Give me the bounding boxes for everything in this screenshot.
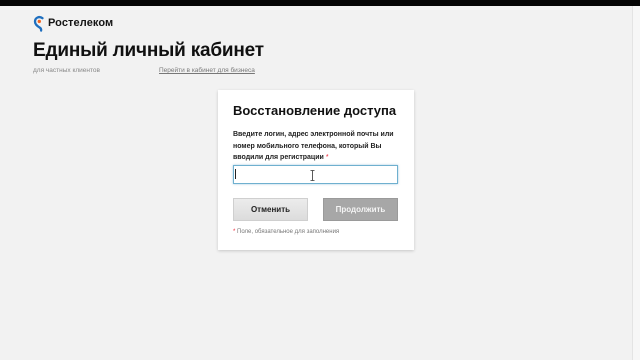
login-input[interactable] [233, 165, 398, 184]
text-cursor-icon [310, 168, 315, 181]
continue-button[interactable]: Продолжить [323, 198, 398, 221]
scrollbar[interactable] [632, 6, 640, 360]
instructions-text: Введите логин, адрес электронной почты и… [233, 131, 394, 161]
rostelecom-logo-icon [33, 14, 45, 32]
text-caret [235, 169, 236, 179]
page-subtitle: для частных клиентов [33, 67, 100, 74]
recovery-instructions: Введите логин, адрес электронной почты и… [233, 129, 403, 164]
required-note-text: Поле, обязательное для заполнения [237, 229, 340, 235]
page-title: Единый личный кабинет [33, 40, 264, 61]
recovery-card: Восстановление доступа Введите логин, ад… [218, 90, 414, 250]
cancel-button[interactable]: Отменить [233, 198, 308, 221]
recovery-title: Восстановление доступа [233, 103, 397, 118]
required-field-note: * Поле, обязательное для заполнения [233, 229, 339, 235]
brand-logo[interactable]: Ростелеком [33, 14, 113, 32]
required-note-mark: * [233, 229, 236, 235]
required-mark: * [325, 154, 329, 161]
browser-top-bar [0, 0, 640, 6]
business-cabinet-link[interactable]: Перейти в кабинет для бизнеса [159, 67, 255, 74]
brand-name: Ростелеком [48, 17, 114, 29]
